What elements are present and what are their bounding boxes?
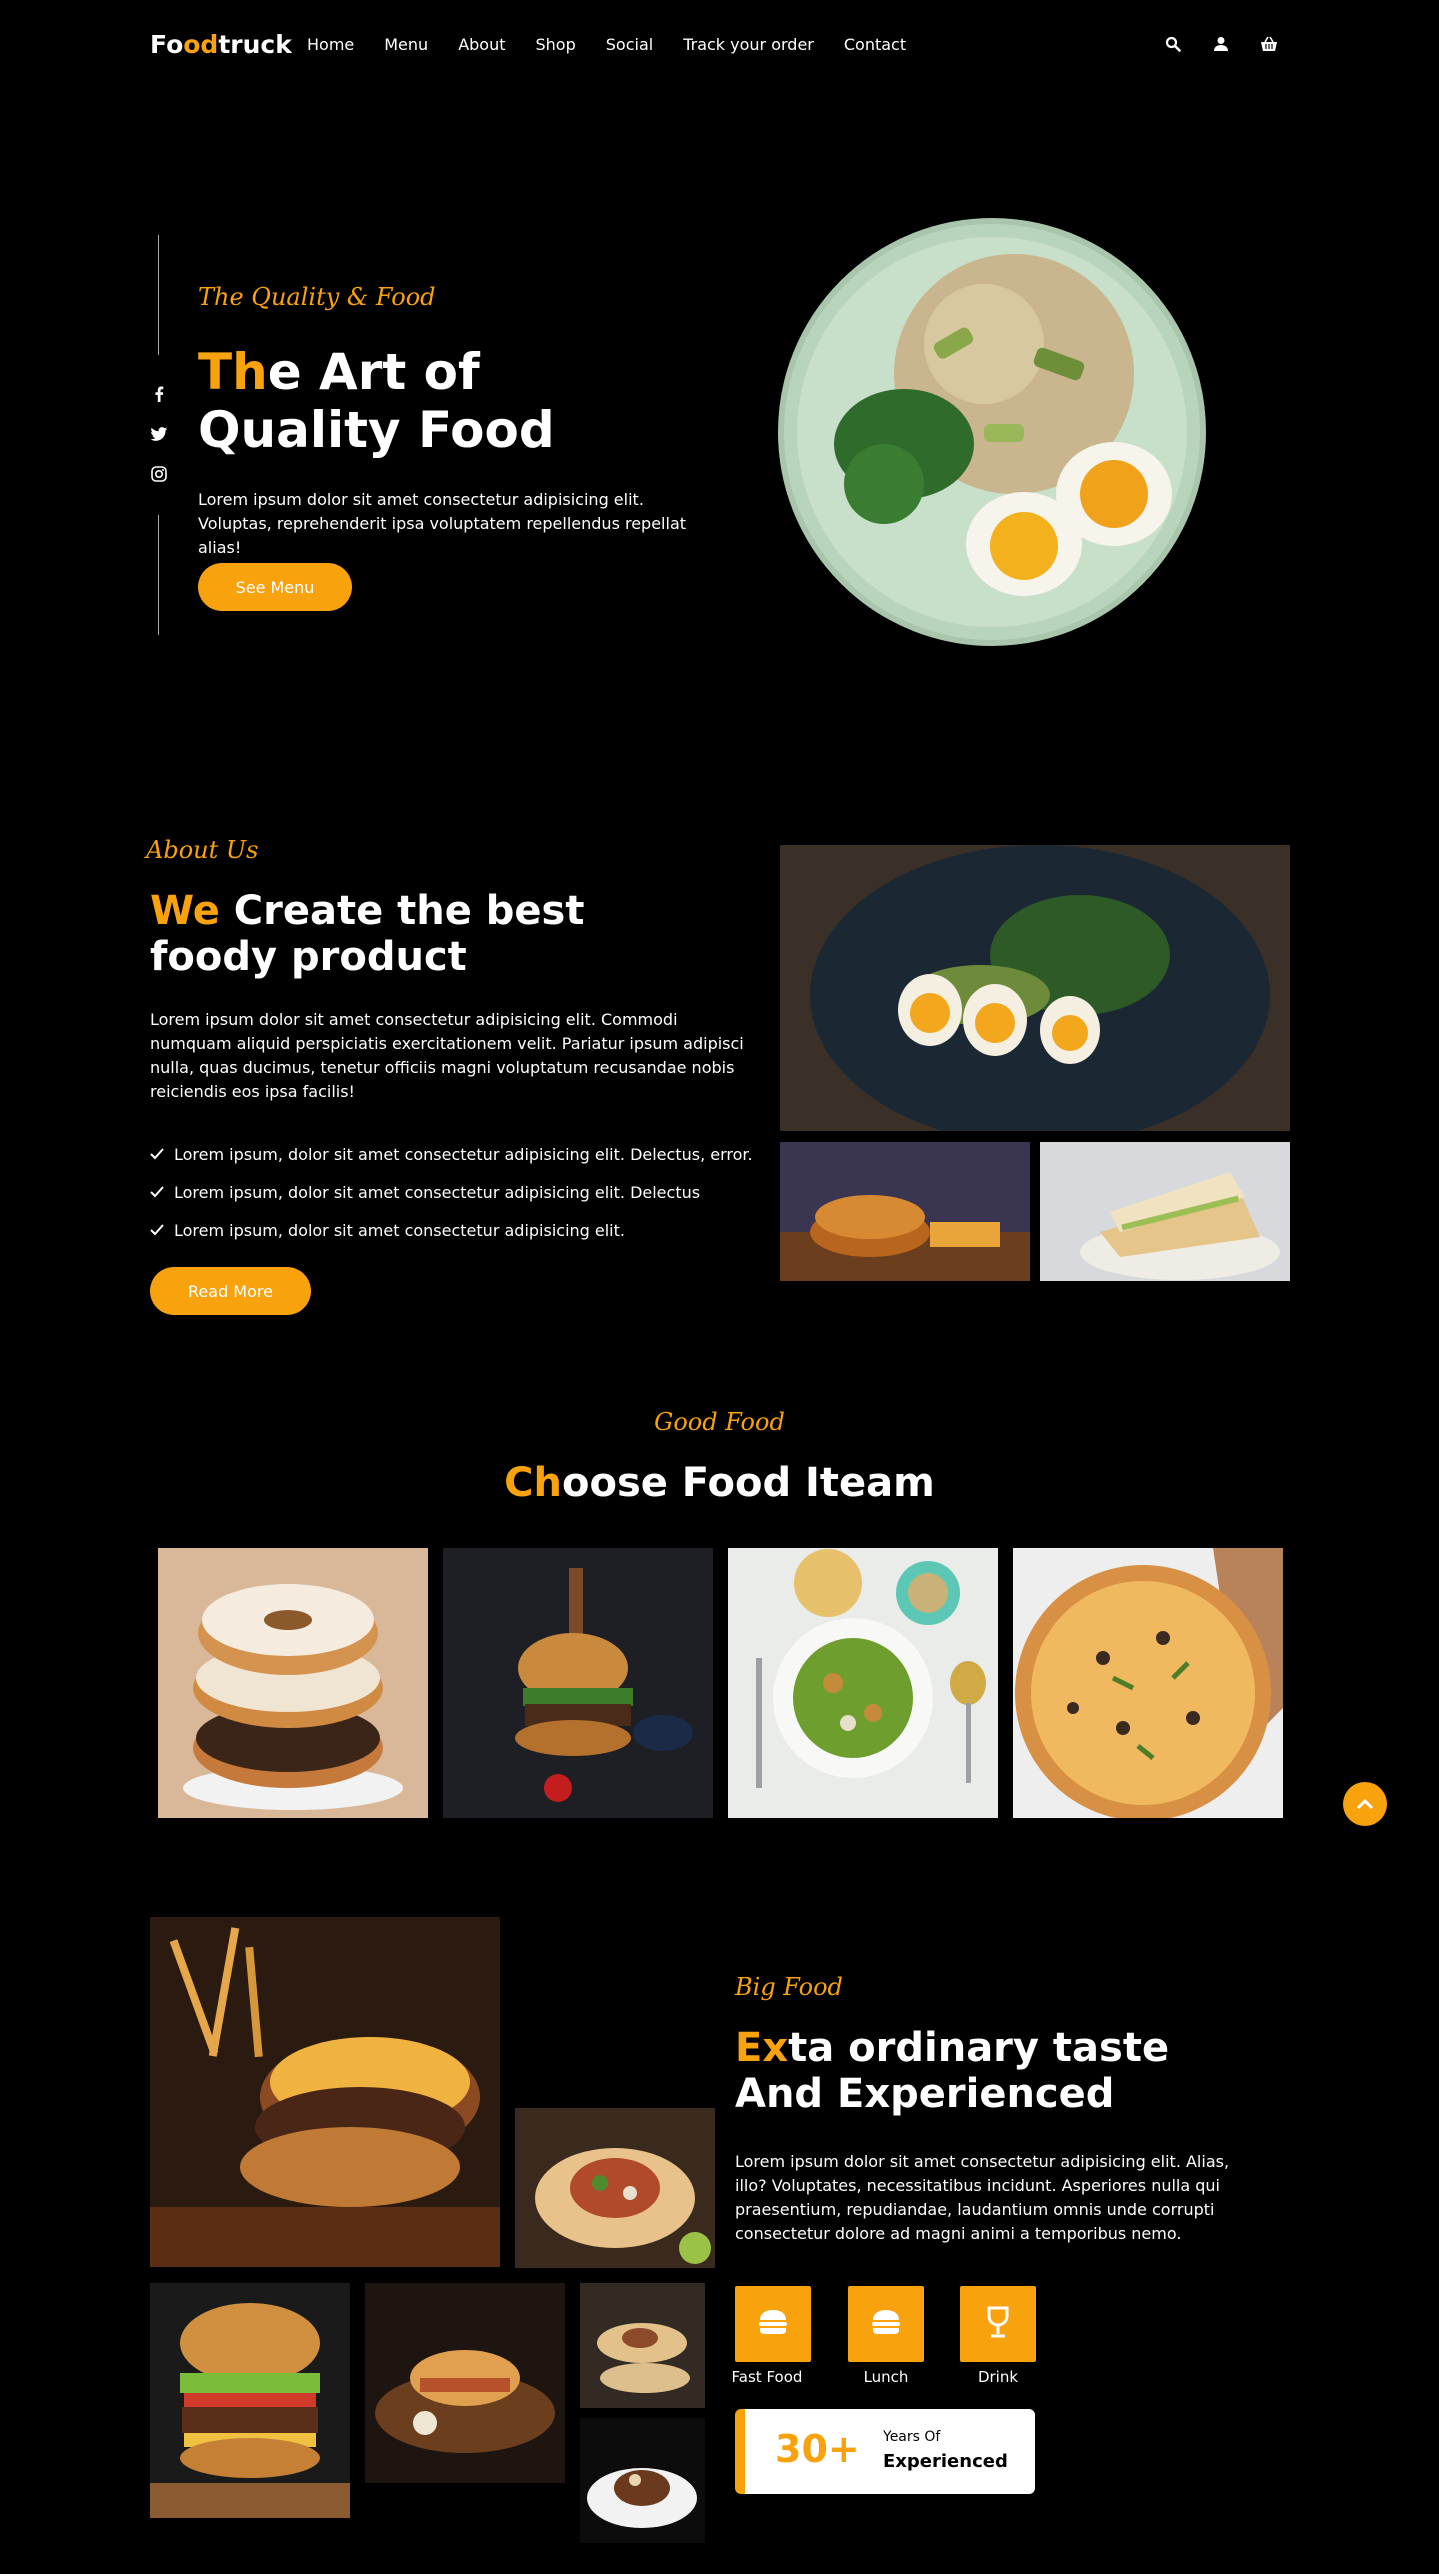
check-icon (150, 1181, 164, 1205)
about-title-accent: We (150, 888, 220, 934)
gallery-burger-fries-image (150, 1917, 500, 2267)
experience-line2: Experienced (883, 2451, 1008, 2472)
check-icon (150, 1143, 164, 1167)
burger-icon (757, 2308, 789, 2340)
twitter-icon[interactable] (150, 425, 168, 443)
check-item: Lorem ipsum, dolor sit amet consectetur … (150, 1219, 753, 1243)
choose-tagline: Good Food (654, 1408, 785, 1436)
brand-first: Fo (150, 30, 184, 59)
nav-social[interactable]: Social (606, 35, 653, 54)
about-tagline: About Us (146, 836, 259, 864)
see-menu-button[interactable]: See Menu (198, 563, 352, 611)
user-icon[interactable] (1211, 34, 1231, 54)
about-text: Lorem ipsum dolor sit amet consectetur a… (150, 1010, 744, 1101)
about-checklist: Lorem ipsum, dolor sit amet consectetur … (150, 1143, 753, 1257)
category-fast-food-label: Fast Food (731, 2368, 803, 2386)
hero-tagline: The Quality & Food (198, 283, 436, 311)
hero-title-line2: Quality Food (198, 401, 555, 459)
hero-text: Lorem ipsum dolor sit amet consectetur a… (198, 490, 687, 557)
hero-title-line1: e Art of (267, 343, 480, 401)
brand-rest: truck (218, 30, 292, 59)
social-divider-top (158, 235, 159, 355)
gallery-tall-burger-image (150, 2283, 350, 2518)
basket-icon[interactable] (1259, 34, 1279, 54)
check-item-text: Lorem ipsum, dolor sit amet consectetur … (174, 1221, 625, 1240)
food-item-pizza[interactable] (1013, 1548, 1283, 1818)
instagram-icon[interactable] (150, 465, 168, 483)
experience-card: 30+ Years Of Experienced (735, 2409, 1035, 2494)
about-sandwich-image (1040, 1142, 1290, 1281)
big-title-line2: And Experienced (735, 2071, 1115, 2117)
about-title-line1: Create the best (219, 888, 585, 934)
facebook-icon[interactable] (150, 385, 168, 403)
about-egg-salad-image (780, 845, 1290, 1131)
hero-plate-image (778, 218, 1206, 646)
check-item-text: Lorem ipsum, dolor sit amet consectetur … (174, 1183, 701, 1202)
food-item-burger[interactable] (443, 1548, 713, 1818)
social-links (150, 385, 168, 483)
about-title: We Create the best foody product (150, 888, 584, 980)
wine-glass-icon (987, 2306, 1009, 2342)
brand-accent: od (183, 30, 219, 59)
nav-track-order[interactable]: Track your order (683, 35, 814, 54)
about-burger-image (780, 1142, 1030, 1281)
hero-title-accent: Th (198, 343, 268, 401)
read-more-button[interactable]: Read More (150, 1267, 311, 1315)
chevron-up-icon (1356, 1795, 1374, 1814)
check-item: Lorem ipsum, dolor sit amet consectetur … (150, 1181, 753, 1205)
nav-home[interactable]: Home (307, 35, 354, 54)
gallery-plate-small-image (580, 2418, 705, 2543)
nav-menu[interactable]: Menu (384, 35, 428, 54)
nav-contact[interactable]: Contact (844, 35, 906, 54)
food-item-salad[interactable] (728, 1548, 998, 1818)
choose-title: Choose Food Iteam (0, 1460, 1439, 1506)
scroll-to-top-button[interactable] (1343, 1782, 1387, 1826)
experience-number: 30+ (775, 2427, 860, 2471)
choose-title-accent: Ch (504, 1460, 562, 1506)
burger-icon (870, 2308, 902, 2340)
gallery-wraps-small-image (580, 2283, 705, 2408)
check-item: Lorem ipsum, dolor sit amet consectetur … (150, 1143, 753, 1167)
hero-title: The Art of Quality Food (198, 343, 555, 459)
big-text: Lorem ipsum dolor sit amet consectetur a… (735, 2152, 1230, 2243)
big-title-accent: Ex (735, 2025, 789, 2071)
check-item-text: Lorem ipsum, dolor sit amet consectetur … (174, 1145, 753, 1164)
big-title: Exta ordinary taste And Experienced (735, 2025, 1169, 2117)
experience-line1: Years Of (883, 2429, 941, 2445)
category-lunch-label: Lunch (863, 2368, 909, 2386)
big-title-line1: ta ordinary taste (788, 2025, 1170, 2071)
nav-about[interactable]: About (458, 35, 505, 54)
category-drink[interactable] (960, 2286, 1036, 2362)
category-lunch[interactable] (848, 2286, 924, 2362)
nav-shop[interactable]: Shop (536, 35, 576, 54)
check-icon (150, 1219, 164, 1243)
choose-title-rest: oose Food Iteam (561, 1460, 935, 1506)
gallery-sandwich-board-image (365, 2283, 565, 2483)
main-nav: Home Menu About Shop Social Track your o… (307, 35, 936, 54)
big-tagline: Big Food (735, 1973, 843, 2001)
nav-icons (1163, 34, 1279, 54)
brand-logo[interactable]: Foodtruck (150, 30, 292, 59)
food-item-donuts[interactable] (158, 1548, 428, 1818)
category-drink-label: Drink (977, 2368, 1019, 2386)
search-icon[interactable] (1163, 34, 1183, 54)
category-fast-food[interactable] (735, 2286, 811, 2362)
about-title-line2: foody product (150, 934, 467, 980)
social-divider-bottom (158, 515, 159, 635)
gallery-wrap-image (515, 2108, 715, 2268)
